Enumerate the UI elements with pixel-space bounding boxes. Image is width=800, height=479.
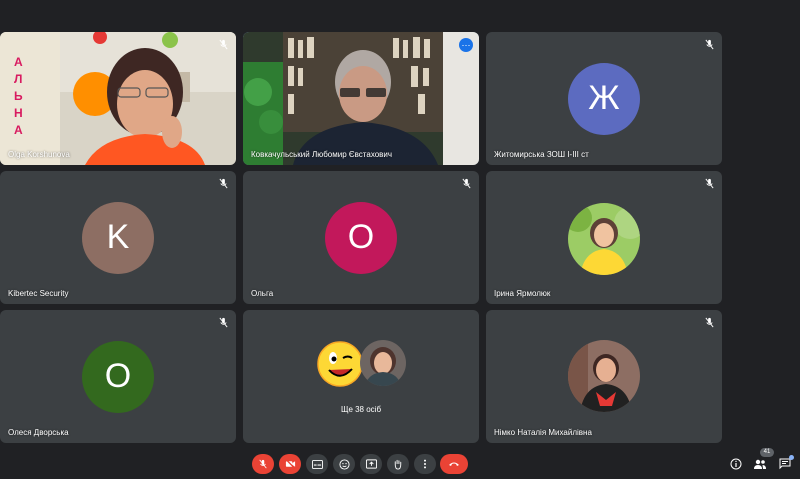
mic-off-icon: [462, 178, 471, 189]
leave-call-button[interactable]: [440, 454, 468, 474]
avatar: K: [82, 201, 154, 274]
participant-video: [0, 32, 236, 165]
chat-notification-dot: [789, 455, 794, 460]
present-screen-button[interactable]: [360, 454, 382, 474]
captions-icon: [311, 459, 323, 469]
participants-count-badge: 41: [760, 448, 774, 457]
people-icon: [754, 459, 766, 469]
raise-hand-icon: [394, 459, 402, 470]
others-avatars: [243, 338, 479, 398]
participant-name: Ольга: [251, 289, 274, 298]
mic-off-icon: [259, 459, 267, 469]
present-icon: [365, 459, 377, 469]
end-call-icon: [449, 462, 459, 466]
participant-video: [243, 32, 479, 165]
participant-name: Німко Наталія Михайлівна: [494, 428, 592, 437]
mic-off-icon: [219, 39, 228, 50]
participant-name: Олеся Дворська: [8, 428, 69, 437]
participant-tile[interactable]: Ж Житомирська ЗОШ І-ІІІ ст: [486, 32, 722, 165]
participant-tile[interactable]: K Kibertec Security: [0, 171, 236, 304]
camera-toggle-button[interactable]: [279, 454, 301, 474]
mic-off-icon: [705, 178, 714, 189]
avatar: Ж: [568, 62, 640, 135]
more-options-icon: [424, 459, 426, 469]
mic-off-icon: [705, 317, 714, 328]
participant-tile[interactable]: Ірина Ярмолюк: [486, 171, 722, 304]
avatar: [360, 340, 406, 386]
participant-name: Житомирська ЗОШ І-ІІІ ст: [494, 150, 589, 159]
avatar: [568, 340, 640, 412]
mic-toggle-button[interactable]: [252, 454, 274, 474]
participant-name: Olga Korshunova: [8, 150, 70, 159]
more-participants-label: Ще 38 осіб: [340, 405, 382, 414]
meeting-toolbar: [0, 448, 800, 479]
more-options-icon[interactable]: ⋯: [459, 38, 473, 52]
chat-icon: [779, 458, 791, 470]
emoji-icon: [338, 458, 350, 470]
participant-name: Ковкачульський Любомир Євстахович: [251, 150, 393, 159]
more-options-button[interactable]: [414, 454, 436, 474]
wink-emoji-avatar: [317, 341, 363, 387]
participants-button[interactable]: [752, 456, 768, 472]
participant-tile[interactable]: О Ольга: [243, 171, 479, 304]
poster-text: АЛЬНА: [14, 55, 23, 137]
raise-hand-button[interactable]: [387, 454, 409, 474]
participant-tile[interactable]: Німко Наталія Михайлівна: [486, 310, 722, 443]
participant-grid: АЛЬНА Olga Korshunova ⋯ Ковкачульський Л…: [0, 32, 722, 443]
meeting-details-button[interactable]: [728, 456, 744, 472]
captions-button[interactable]: [306, 454, 328, 474]
participant-tile[interactable]: О Олеся Дворська: [0, 310, 236, 443]
info-icon: [730, 458, 742, 470]
other-participants-tile[interactable]: Ще 38 осіб: [243, 310, 479, 443]
mic-off-icon: [219, 178, 228, 189]
avatar: [568, 203, 640, 275]
camera-off-icon: [284, 459, 296, 469]
emoji-reactions-button[interactable]: [333, 454, 355, 474]
participant-name: Kibertec Security: [8, 289, 69, 298]
mic-off-icon: [219, 317, 228, 328]
participant-name: Ірина Ярмолюк: [494, 289, 551, 298]
participant-tile[interactable]: АЛЬНА Olga Korshunova: [0, 32, 236, 165]
mic-off-icon: [705, 39, 714, 50]
participant-tile-active-speaker[interactable]: ⋯ Ковкачульський Любомир Євстахович: [243, 32, 479, 165]
avatar: О: [82, 340, 154, 413]
avatar: О: [325, 201, 397, 274]
